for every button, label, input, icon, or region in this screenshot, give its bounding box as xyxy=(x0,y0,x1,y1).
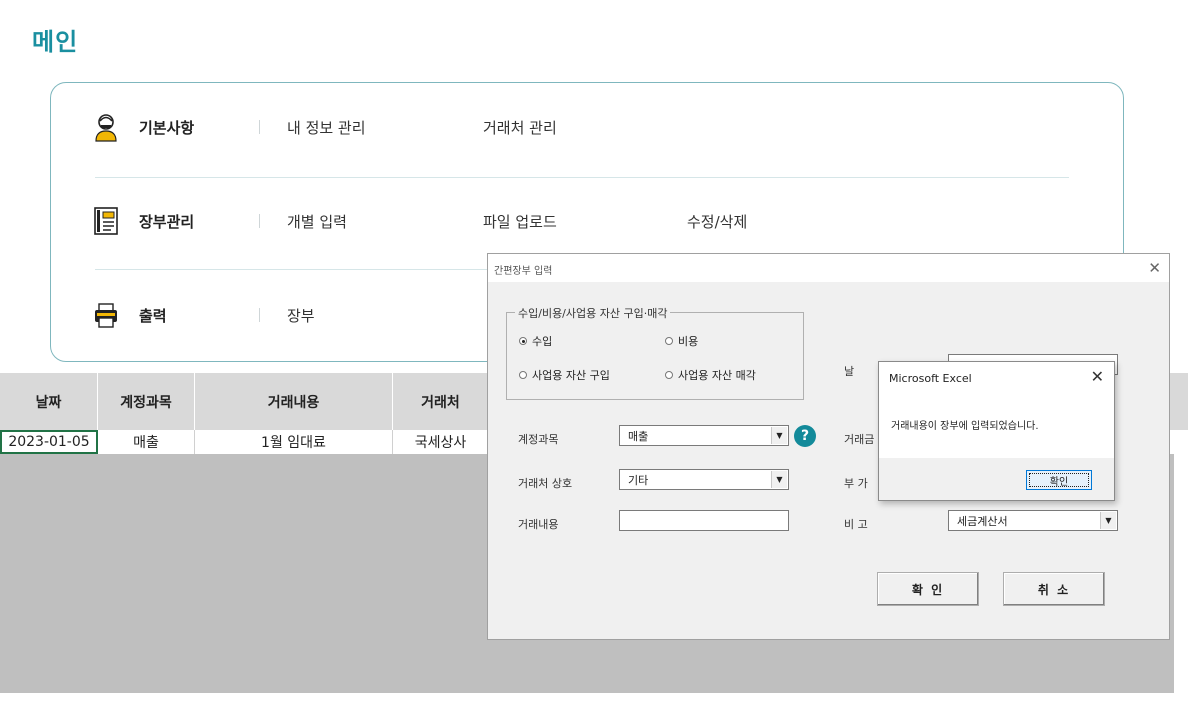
menu-row-print: 출력 장부 xyxy=(93,295,493,335)
radio-asset-purchase[interactable]: 사업용 자산 구입 xyxy=(519,367,610,383)
menu-divider xyxy=(95,177,1069,178)
link-single-entry[interactable]: 개별 입력 xyxy=(287,211,347,232)
radio-icon xyxy=(519,371,527,379)
account-label: 계정과목 xyxy=(518,433,559,446)
vat-label: 부 가 xyxy=(844,477,868,490)
radio-income-label: 수입 xyxy=(532,335,553,348)
link-ledger-print[interactable]: 장부 xyxy=(287,305,315,326)
dialog-title: 간편장부 입력 xyxy=(494,266,553,277)
ledger-book-icon xyxy=(93,206,119,236)
radio-asset-purchase-label: 사업용 자산 구입 xyxy=(532,369,610,382)
close-icon[interactable]: ✕ xyxy=(1091,367,1104,386)
note-select[interactable]: 세금계산서 ▼ xyxy=(948,510,1118,531)
radio-icon xyxy=(665,337,673,345)
type-groupbox: 수입/비용/사업용 자산 구입·매각 수입 비용 사업용 자산 구입 사업용 자… xyxy=(506,305,804,400)
column-header-date[interactable]: 날짜 xyxy=(0,373,98,430)
column-header-content[interactable]: 거래내용 xyxy=(195,373,393,430)
radio-expense-label: 비용 xyxy=(678,335,699,348)
menu-row-basic: 기본사항 내 정보 관리 거래처 관리 xyxy=(93,107,993,147)
cell-date[interactable]: 2023-01-05 xyxy=(0,430,98,454)
link-edit-delete[interactable]: 수정/삭제 xyxy=(687,211,747,232)
close-icon[interactable]: ✕ xyxy=(1148,259,1161,277)
cell-content[interactable]: 1월 임대료 xyxy=(195,430,393,454)
menu-separator xyxy=(259,308,260,322)
content-input[interactable] xyxy=(619,510,789,531)
link-vendor-manage[interactable]: 거래처 관리 xyxy=(483,117,557,138)
cell-account[interactable]: 매출 xyxy=(98,430,195,454)
link-my-info[interactable]: 내 정보 관리 xyxy=(287,117,366,138)
message-box-footer: 확인 xyxy=(879,458,1114,500)
radio-icon xyxy=(665,371,673,379)
cell-vendor[interactable]: 국세상사 xyxy=(393,430,489,454)
radio-selected-icon xyxy=(519,337,527,345)
menu-separator xyxy=(259,214,260,228)
note-label: 비 고 xyxy=(844,518,868,531)
date-label: 날 xyxy=(844,365,855,378)
menu-heading-basic: 기본사항 xyxy=(139,118,195,137)
person-icon xyxy=(93,112,119,142)
account-select-value: 매출 xyxy=(628,429,649,443)
link-file-upload[interactable]: 파일 업로드 xyxy=(483,211,557,232)
account-select[interactable]: 매출 ▼ xyxy=(619,425,789,446)
message-text: 거래내용이 장부에 입력되었습니다. xyxy=(891,421,1039,432)
radio-asset-sale-label: 사업용 자산 매각 xyxy=(678,369,756,382)
vendor-select-value: 기타 xyxy=(628,473,649,487)
help-icon[interactable]: ? xyxy=(794,425,816,447)
menu-heading-print: 출력 xyxy=(139,306,167,325)
vendor-select[interactable]: 기타 ▼ xyxy=(619,469,789,490)
amount-label: 거래금 xyxy=(844,433,875,446)
cancel-button[interactable]: 취 소 xyxy=(1003,572,1105,606)
dialog-titlebar: 간편장부 입력 ✕ xyxy=(488,254,1169,282)
chevron-down-icon[interactable]: ▼ xyxy=(771,427,787,444)
chevron-down-icon[interactable]: ▼ xyxy=(1100,512,1116,529)
radio-asset-sale[interactable]: 사업용 자산 매각 xyxy=(665,367,756,383)
radio-income[interactable]: 수입 xyxy=(519,333,552,349)
message-ok-button[interactable]: 확인 xyxy=(1026,470,1092,490)
message-box: Microsoft Excel ✕ 거래내용이 장부에 입력되었습니다. 확인 xyxy=(878,361,1115,501)
printer-icon xyxy=(93,300,119,330)
chevron-down-icon[interactable]: ▼ xyxy=(771,471,787,488)
column-header-account[interactable]: 계정과목 xyxy=(98,373,195,430)
ok-button[interactable]: 확 인 xyxy=(877,572,979,606)
menu-heading-ledger: 장부관리 xyxy=(139,212,195,231)
menu-row-ledger: 장부관리 개별 입력 파일 업로드 수정/삭제 xyxy=(93,201,993,241)
message-box-title: Microsoft Excel xyxy=(889,372,972,385)
menu-separator xyxy=(259,120,260,134)
content-label: 거래내용 xyxy=(518,518,559,531)
page-title: 메인 xyxy=(32,28,79,56)
column-header-vendor[interactable]: 거래처 xyxy=(393,373,489,430)
vendor-label: 거래처 상호 xyxy=(518,477,573,490)
radio-expense[interactable]: 비용 xyxy=(665,333,698,349)
groupbox-label: 수입/비용/사업용 자산 구입·매각 xyxy=(515,305,671,321)
note-select-value: 세금계산서 xyxy=(957,514,1008,528)
